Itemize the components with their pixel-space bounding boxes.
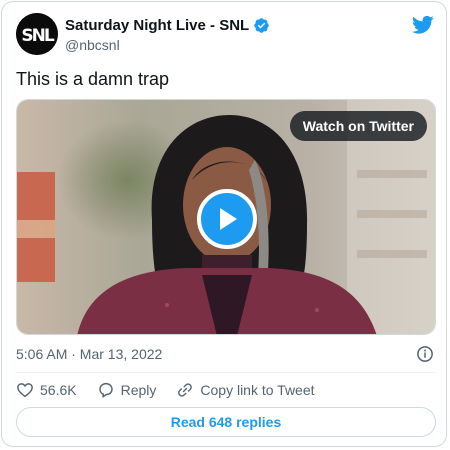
copy-link-button[interactable]: Copy link to Tweet	[176, 381, 315, 399]
like-button[interactable]: 56.6K	[16, 381, 77, 399]
video-player[interactable]: Watch on Twitter	[16, 99, 436, 335]
watch-on-twitter-button[interactable]: Watch on Twitter	[289, 111, 427, 141]
display-name-text[interactable]: Saturday Night Live - SNL	[65, 16, 249, 35]
avatar[interactable]: SNL	[16, 13, 58, 55]
tweet-card[interactable]: SNL Saturday Night Live - SNL @nbcsnl Th…	[1, 1, 447, 447]
reply-button[interactable]: Reply	[97, 381, 157, 399]
display-name[interactable]: Saturday Night Live - SNL	[65, 16, 270, 35]
svg-text:SNL: SNL	[21, 26, 54, 46]
twitter-bird-icon[interactable]	[412, 15, 434, 35]
heart-icon	[17, 383, 33, 398]
verified-badge-icon	[254, 18, 269, 33]
tweet-actions: 56.6K Reply Copy link to Tweet	[16, 378, 436, 402]
like-count: 56.6K	[40, 382, 77, 398]
tweet-meta: 5:06 AM · Mar 13, 2022	[16, 344, 436, 364]
copy-link-label: Copy link to Tweet	[200, 382, 315, 398]
info-icon[interactable]	[416, 345, 434, 363]
snl-logo: SNL	[16, 13, 58, 55]
play-icon	[220, 208, 237, 230]
reply-icon	[98, 382, 113, 398]
handle[interactable]: @nbcsnl	[65, 36, 270, 54]
divider	[16, 372, 436, 373]
tweet-text: This is a damn trap	[16, 69, 170, 89]
play-button[interactable]	[197, 189, 257, 249]
read-replies-button[interactable]: Read 648 replies	[16, 407, 436, 437]
timestamp[interactable]: 5:06 AM · Mar 13, 2022	[16, 346, 162, 362]
reply-label: Reply	[120, 382, 157, 398]
tweet-header: SNL Saturday Night Live - SNL @nbcsnl	[16, 13, 434, 59]
link-icon	[178, 383, 193, 397]
